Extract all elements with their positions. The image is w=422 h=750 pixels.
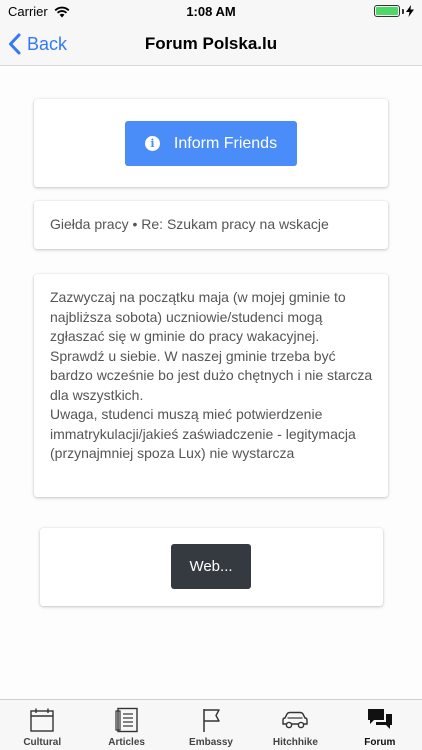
- tab-embassy[interactable]: Embassy: [169, 700, 253, 750]
- content-area: i Inform Friends Giełda pracy • Re: Szuk…: [0, 67, 422, 699]
- web-card: Web...: [40, 528, 383, 606]
- tab-articles[interactable]: Articles: [84, 700, 168, 750]
- web-button[interactable]: Web...: [171, 544, 251, 589]
- tab-hitchhike[interactable]: Hitchhike: [253, 700, 337, 750]
- page-title: Forum Polska.lu: [144, 34, 278, 53]
- car-icon: [282, 711, 309, 729]
- post-card: Zazwyczaj na początku maja (w mojej gmin…: [34, 274, 388, 497]
- inform-friends-label: Inform Friends: [173, 134, 278, 152]
- tab-label: Forum: [364, 737, 396, 748]
- navigation-bar: Back Forum Polska.lu: [0, 22, 422, 66]
- topic-title: Giełda pracy • Re: Szukam pracy na wskac…: [50, 216, 329, 232]
- post-body: Zazwyczaj na początku maja (w mojej gmin…: [50, 289, 373, 461]
- status-bar: Carrier 1:08 AM: [0, 0, 422, 22]
- calendar-icon: [30, 708, 54, 732]
- inform-card: i Inform Friends: [34, 99, 388, 187]
- tab-label: Hitchhike: [272, 737, 318, 748]
- battery-indicator: [374, 5, 414, 17]
- battery-icon: [374, 5, 400, 17]
- tab-bar: Cultural Articles Embassy Hitchhike Foru…: [0, 699, 422, 750]
- inform-friends-button[interactable]: i Inform Friends: [125, 121, 297, 166]
- forum-icon: [367, 709, 392, 729]
- flag-icon: [203, 709, 220, 732]
- tab-label: Embassy: [189, 737, 233, 748]
- charging-bolt-icon: [406, 5, 414, 17]
- tab-forum[interactable]: Forum: [338, 700, 422, 750]
- articles-icon: [115, 707, 138, 733]
- topic-card: Giełda pracy • Re: Szukam pracy na wskac…: [34, 201, 388, 249]
- status-time: 1:08 AM: [186, 4, 236, 19]
- tab-cultural[interactable]: Cultural: [0, 700, 84, 750]
- tab-label: Cultural: [23, 737, 62, 748]
- info-icon: i: [144, 136, 160, 151]
- tab-label: Articles: [108, 737, 145, 748]
